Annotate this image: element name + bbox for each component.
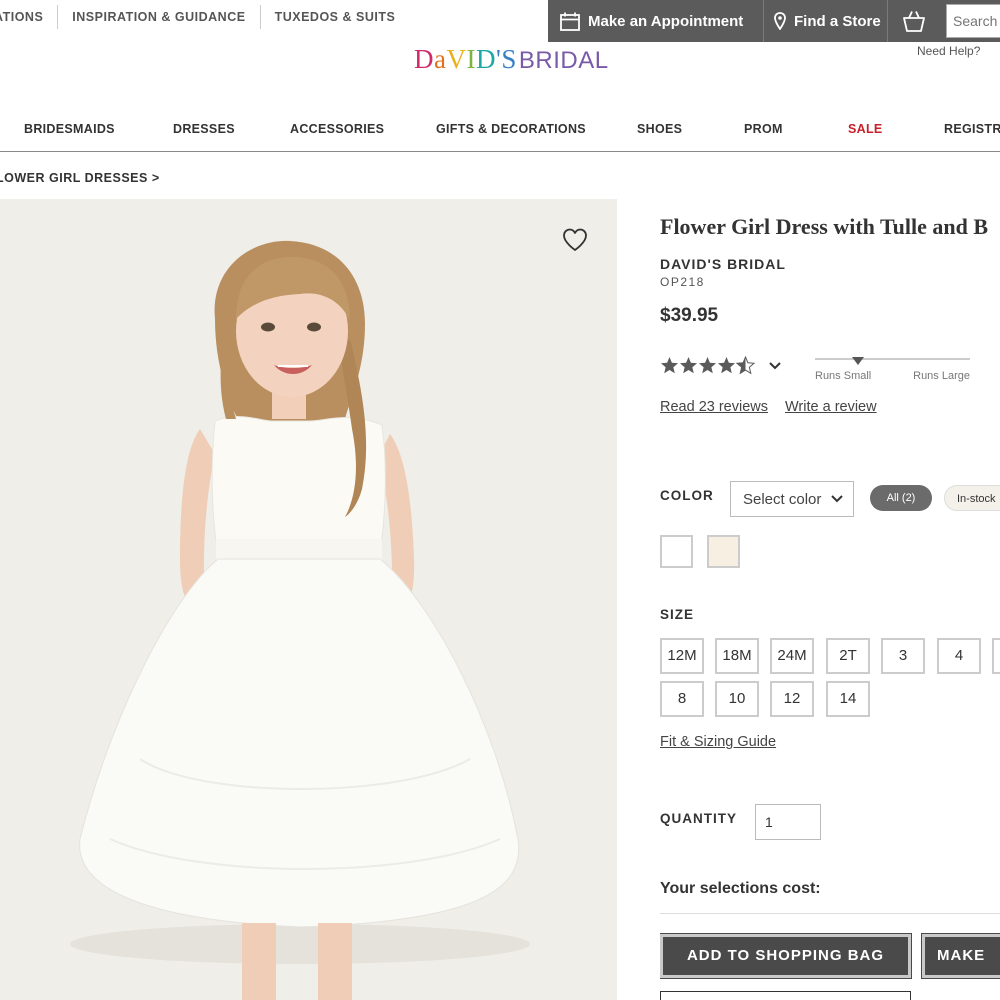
logo-letter: D <box>475 44 496 74</box>
main-nav: BRIDESMAIDS DRESSES ACCESSORIES GIFTS & … <box>0 110 1000 152</box>
nav-item-prom[interactable]: PROM <box>744 122 783 136</box>
color-swatch-white[interactable] <box>660 535 693 568</box>
need-help-link[interactable]: Need Help? <box>917 44 980 58</box>
size-option[interactable]: 4 <box>937 638 981 674</box>
size-option[interactable]: 5 <box>992 638 1000 674</box>
color-swatch-ivory[interactable] <box>707 535 740 568</box>
nav-item-shoes[interactable]: SHOES <box>637 122 682 136</box>
shopping-bag-icon <box>903 11 925 32</box>
product-brand[interactable]: DAVID'S BRIDAL <box>660 256 1000 272</box>
color-label: COLOR <box>660 488 714 503</box>
size-label: SIZE <box>660 607 695 622</box>
size-option[interactable]: 3 <box>881 638 925 674</box>
write-review-link[interactable]: Write a review <box>785 399 877 415</box>
calendar-icon <box>560 12 580 31</box>
product-image[interactable] <box>0 199 617 1000</box>
fit-runs-small-label: Runs Small <box>815 370 872 382</box>
color-select[interactable]: Select color <box>730 481 854 517</box>
add-to-shopping-bag-button[interactable]: ADD TO SHOPPING BAG <box>660 933 912 979</box>
chevron-down-icon <box>831 495 843 503</box>
selections-cost-label: Your selections cost: <box>660 880 821 897</box>
fit-sizing-guide-link[interactable]: Fit & Sizing Guide <box>660 734 776 750</box>
utility-actions: Make an Appointment Find a Store <box>548 0 1000 42</box>
heart-icon <box>563 228 587 251</box>
utility-link-registrations[interactable]: ATIONS <box>0 10 57 24</box>
shopping-bag-button[interactable] <box>888 0 940 42</box>
size-option[interactable]: 10 <box>715 681 759 717</box>
read-reviews-link[interactable]: Read 23 reviews <box>660 399 768 415</box>
star <box>717 357 736 374</box>
make-appointment-cta-button[interactable]: MAKE <box>921 933 1000 979</box>
size-option[interactable]: 18M <box>715 638 759 674</box>
utility-link-inspiration[interactable]: INSPIRATION & GUIDANCE <box>58 10 259 24</box>
size-option[interactable]: 24M <box>770 638 814 674</box>
nav-item-dresses[interactable]: DRESSES <box>173 122 235 136</box>
size-option[interactable]: 2T <box>826 638 870 674</box>
filter-all-pill[interactable]: All (2) <box>870 485 932 511</box>
utility-links: ATIONS INSPIRATION & GUIDANCE TUXEDOS & … <box>0 0 409 34</box>
nav-item-accessories[interactable]: ACCESSORIES <box>290 122 384 136</box>
fit-scale-track <box>815 358 970 360</box>
product-sku: OP218 <box>660 275 705 289</box>
size-option[interactable]: 12M <box>660 638 704 674</box>
star-rating[interactable] <box>660 356 760 376</box>
product-price: $39.95 <box>660 305 719 326</box>
product-title: Flower Girl Dress with Tulle and B <box>660 214 989 239</box>
nav-item-gifts[interactable]: GIFTS & DECORATIONS <box>436 122 586 136</box>
logo-letter: a <box>434 44 447 74</box>
size-option[interactable]: 8 <box>660 681 704 717</box>
utility-bar: ATIONS INSPIRATION & GUIDANCE TUXEDOS & … <box>0 0 1000 58</box>
nav-item-registry[interactable]: REGISTRY <box>944 122 1000 136</box>
breadcrumb[interactable]: LOWER GIRL DRESSES > <box>0 171 160 185</box>
secondary-button[interactable] <box>660 991 911 1000</box>
find-store-button[interactable]: Find a Store <box>764 0 888 42</box>
size-option[interactable]: 14 <box>826 681 870 717</box>
quantity-label: QUANTITY <box>660 811 737 826</box>
star <box>679 357 698 374</box>
star <box>660 357 679 374</box>
logo-bridal: BRIDAL <box>518 47 609 74</box>
quantity-input[interactable] <box>755 804 821 840</box>
product-info: Flower Girl Dress with Tulle and B DAVID… <box>660 210 1000 1000</box>
find-store-label: Find a Store <box>794 12 881 30</box>
size-option[interactable]: 12 <box>770 681 814 717</box>
nav-item-sale[interactable]: SALE <box>848 122 883 136</box>
favorite-button[interactable] <box>562 228 588 257</box>
color-select-value: Select color <box>743 491 822 508</box>
fit-runs-large-label: Runs Large <box>913 370 970 382</box>
search-input[interactable] <box>946 4 1000 38</box>
filter-instock-pill[interactable]: In-stock <box>944 485 1000 511</box>
logo-letter: I <box>466 44 476 74</box>
utility-link-tuxedos[interactable]: TUXEDOS & SUITS <box>261 10 410 24</box>
logo-letter: 'S <box>495 44 517 74</box>
logo-letter: V <box>446 44 467 74</box>
davids-bridal-logo[interactable]: DaVID'SBRIDAL <box>414 44 609 75</box>
fit-scale-marker <box>852 357 865 365</box>
star <box>698 357 717 374</box>
product-photo <box>0 199 617 1000</box>
logo-letter: D <box>414 44 434 74</box>
chevron-down-icon[interactable] <box>769 362 781 370</box>
nav-item-bridesmaids[interactable]: BRIDESMAIDS <box>24 122 115 136</box>
divider <box>660 913 1000 914</box>
make-appointment-label: Make an Appointment <box>588 12 744 30</box>
map-pin-icon <box>774 12 786 30</box>
make-appointment-button[interactable]: Make an Appointment <box>548 0 764 42</box>
